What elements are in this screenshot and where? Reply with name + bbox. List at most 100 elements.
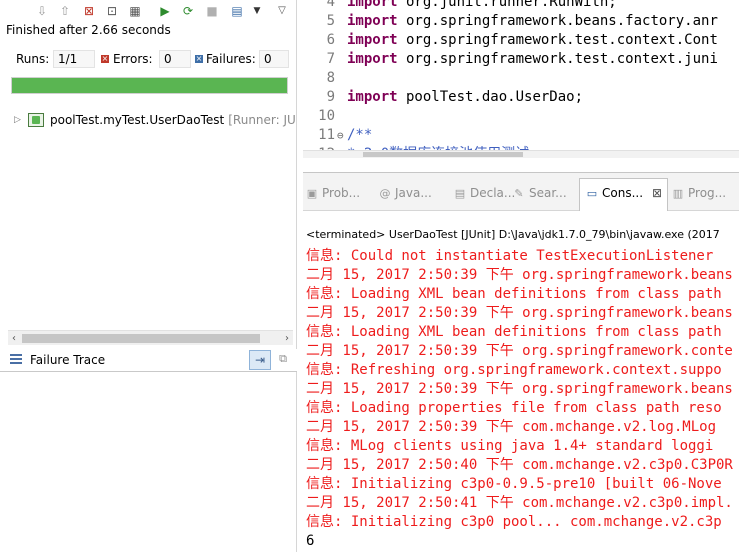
view-menu-icon[interactable]: ▽ [274,3,290,19]
console-line: 二月 15, 2017 2:50:39 下午 org.springframewo… [306,343,733,359]
failure-trace-title: Failure Trace [30,353,106,367]
search-icon: ✎ [514,186,524,200]
scroll-right-icon[interactable]: › [281,331,293,346]
line-number: 11 [318,127,335,143]
code-text: import org.springframework.test.context.… [347,31,718,50]
tab-progress[interactable]: ▥ Prog... [671,182,726,204]
tree-item-usertest[interactable]: ▷ poolTest.myTest.UserDaoTest [Runner: J… [14,111,296,129]
rerun-icon[interactable]: ▶ [157,3,173,19]
tab-label: Cons... [602,186,644,200]
code-text: import poolTest.dao.UserDao; [347,88,583,107]
history-icon[interactable]: ▤ [229,3,245,19]
tab-label: Prob... [322,186,361,200]
tab-problems[interactable]: ▣ Prob... [305,182,360,204]
code-rest: org.springframework.test.context.Cont [397,32,718,48]
editor-line[interactable]: 5 import org.springframework.beans.factor… [303,12,739,31]
console-line: 二月 15, 2017 2:50:39 下午 org.springframewo… [306,267,733,283]
next-failure-icon[interactable]: ⇩ [34,3,50,19]
previous-failure-icon[interactable]: ⇧ [57,3,73,19]
tree-item-name: poolTest.myTest.UserDaoTest [50,113,225,127]
editor-line[interactable]: 4 import org.junit.runner.RunWith; [303,0,739,12]
failure-trace-header: Failure Trace ⇥ ⧉ [0,349,297,372]
line-number: 4 [326,0,335,10]
line-number: 7 [326,51,335,67]
code-rest: org.junit.runner.RunWith; [397,0,617,10]
failures-label: Failures: [206,52,256,66]
progress-fill [12,78,287,93]
console-line: 信息: Refreshing org.springframework.conte… [306,362,722,378]
code-rest: poolTest.dao.UserDao; [397,89,584,105]
errors-label: Errors: [113,52,153,66]
stack-trace-icon [10,354,22,365]
keyword: import [347,51,398,67]
tab-declaration[interactable]: ▤ Decla... [453,182,516,204]
editor-line[interactable]: 7 import org.springframework.test.context… [303,50,739,69]
layout-icon[interactable]: ▦ [127,3,143,19]
editor-line[interactable]: 10 [303,107,739,126]
java-editor[interactable]: 4 import org.junit.runner.RunWith; 5 import… [303,0,739,158]
console-line: 二月 15, 2017 2:50:41 下午 com.mchange.v2.c3… [306,495,733,511]
console-description: <terminated> UserDaoTest [JUnit] D:\Java… [306,228,720,241]
keyword: import [347,89,398,105]
code-text: import org.springframework.test.context.… [347,50,718,69]
junit-view: ⇩ ⇧ ⊠ ⊡ ▦ ▶ ⟳ ■ ▤ ▼ ▽ Finished after 2.6… [0,0,297,552]
tab-javadoc[interactable]: @ Java... [378,182,432,204]
scroll-left-icon[interactable]: ‹ [8,331,20,346]
expand-arrow-icon[interactable]: ▷ [14,115,24,125]
tree-horizontal-scrollbar[interactable]: ‹ › [8,330,293,345]
failures-value: 0 [259,50,289,68]
console-line: 信息: Could not instantiate TestExecutionL… [306,248,714,264]
console-line: 信息: Loading properties file from class p… [306,400,722,416]
runs-label: Runs: [16,52,50,66]
declaration-icon: ▤ [454,186,466,200]
junit-progress-bar [11,77,288,94]
filter-stack-trace-button[interactable]: ⇥ [249,350,271,370]
failures-only-icon[interactable]: ⊠ [81,3,97,19]
dropdown-icon[interactable]: ▼ [249,3,265,19]
tab-label: Sear... [529,186,567,200]
scrollbar-thumb[interactable] [363,152,523,157]
code-rest: /** [347,127,373,143]
tab-label: Prog... [688,186,727,200]
code-rest: org.springframework.test.context.juni [397,51,718,67]
fold-toggle-icon[interactable]: ⊖ [337,126,347,145]
editor-line[interactable]: 6 import org.springframework.test.context… [303,31,739,50]
close-tab-icon[interactable]: ⊠ [652,186,662,200]
code-text: import org.junit.runner.RunWith; [347,0,617,12]
line-number: 9 [326,89,335,105]
keyword: import [347,13,398,29]
editor-scrollbar[interactable] [303,150,739,158]
stop-icon[interactable]: ■ [204,3,220,19]
tab-console[interactable]: ▭ Cons... ⊠ [579,178,669,211]
editor-line[interactable]: 11 ⊖/** [303,126,739,145]
runs-value: 1/1 [53,50,95,68]
scrollbar-thumb[interactable] [22,334,260,343]
errors-value: 0 [159,50,191,68]
console-line: 6 [306,533,315,549]
code-rest: org.springframework.beans.factory.anr [397,13,718,29]
junit-toolbar: ⇩ ⇧ ⊠ ⊡ ▦ ▶ ⟳ ■ ▤ ▼ ▽ [0,0,297,22]
line-number: 5 [326,13,335,29]
view-tab-bar: ▣ Prob... @ Java... ▤ Decla... ✎ Sear... ▭ Cons..… [303,173,739,211]
console-icon: ▭ [586,186,598,200]
keyword: import [347,0,398,10]
compare-results-icon[interactable]: ⧉ [275,352,291,368]
tab-search[interactable]: ✎ Sear... [512,182,567,204]
editor-line[interactable]: 9 import poolTest.dao.UserDao; [303,88,739,107]
tab-label: Java... [395,186,432,200]
console-line: 二月 15, 2017 2:50:39 下午 com.mchange.v2.lo… [306,419,717,435]
junit-status: Finished after 2.66 seconds [6,23,171,37]
editor-line[interactable]: 8 [303,69,739,88]
test-suite-ok-icon [28,113,44,127]
code-text: /** [347,126,372,145]
javadoc-icon: @ [379,186,391,200]
console-line: 二月 15, 2017 2:50:39 下午 org.springframewo… [306,305,733,321]
rerun-failed-first-icon[interactable]: ⟳ [180,3,196,19]
scroll-lock-icon[interactable]: ⊡ [104,3,120,19]
console-line: 二月 15, 2017 2:50:40 下午 com.mchange.v2.c3… [306,457,733,473]
console-line: 信息: Initializing c3p0 pool... com.mchang… [306,514,722,530]
console-output[interactable]: 信息: Could not instantiate TestExecutionL… [306,247,739,551]
tab-label: Decla... [470,186,516,200]
test-tree: ▷ poolTest.myTest.UserDaoTest [Runner: J… [0,108,297,328]
line-number: 6 [326,32,335,48]
